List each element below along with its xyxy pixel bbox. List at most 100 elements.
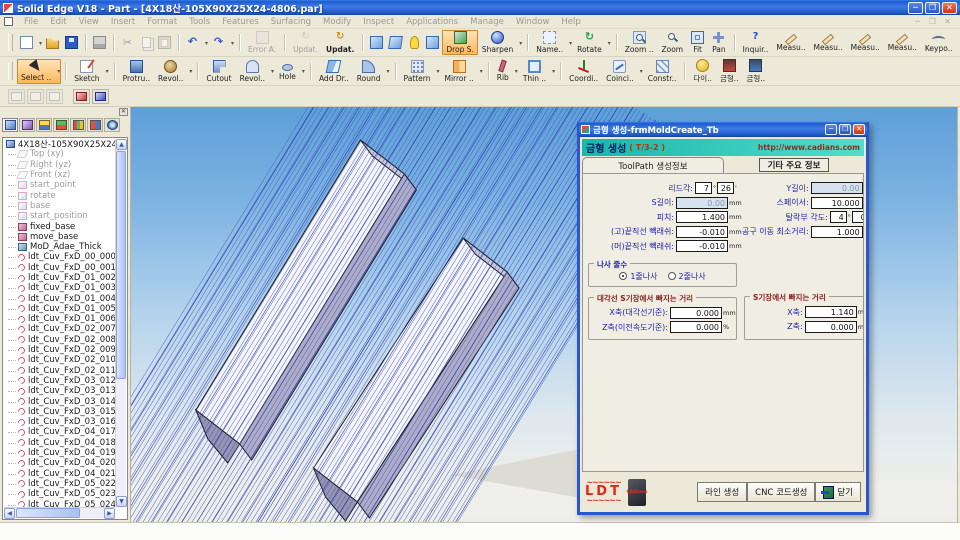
mini-toolbar-button[interactable] xyxy=(92,89,109,104)
feature-toolbar-button[interactable]: Sketch xyxy=(70,59,109,84)
toolbar-button[interactable]: Fit xyxy=(687,30,708,55)
toolbar-button[interactable]: Error A. xyxy=(244,30,280,55)
diag-z-field[interactable]: 0.000 xyxy=(670,321,722,333)
drop-angle-deg-field[interactable]: 4 xyxy=(830,211,847,223)
menu-item[interactable]: Modify xyxy=(317,17,357,27)
close-dialog-button[interactable]: 닫기 xyxy=(815,482,861,502)
mini-toolbar-button[interactable] xyxy=(8,89,25,104)
toolbar-button[interactable]: Zoom .. xyxy=(621,30,658,55)
tree-item[interactable]: ldt_Cuv_FxD_00_000 xyxy=(4,252,115,262)
edgebar-tab[interactable] xyxy=(70,118,86,132)
feature-toolbar-button[interactable]: 금형.. xyxy=(743,59,770,84)
dialog-maximize-button[interactable]: ❐ xyxy=(839,124,851,135)
toolbar-button[interactable]: Measu.. xyxy=(884,30,921,55)
tree-item[interactable]: ldt_Cuv_FxD_03_013 xyxy=(4,386,115,396)
tree-item[interactable]: ldt_Cuv_FxD_01_005 xyxy=(4,304,115,314)
tree-item[interactable]: ldt_Cuv_FxD_01_004 xyxy=(4,293,115,303)
tree-item[interactable]: Top (xy) xyxy=(4,149,115,159)
line-create-button[interactable]: 라인 생성 xyxy=(697,482,747,502)
feature-toolbar-button[interactable]: Round xyxy=(353,59,391,84)
toolbar-button[interactable]: Pan xyxy=(708,30,730,55)
mdi-window-controls[interactable]: ─ ❐ ✕ xyxy=(915,17,958,26)
feature-toolbar-button[interactable]: Select .. xyxy=(17,59,61,84)
radio-dot-icon[interactable] xyxy=(668,272,676,280)
tree-item[interactable]: Right (yz) xyxy=(4,160,115,170)
edgebar-tab[interactable] xyxy=(104,118,120,132)
toolbar-button[interactable]: Name.. xyxy=(532,30,573,55)
dialog-close-button[interactable]: ✕ xyxy=(853,124,865,135)
feature-toolbar-button[interactable]: 금형.. xyxy=(716,59,743,84)
toolbar-button[interactable] xyxy=(209,30,235,55)
toolbar-button[interactable]: Measu.. xyxy=(847,30,884,55)
tree-item[interactable]: start_point xyxy=(4,180,115,190)
scroll-down-icon[interactable]: ▼ xyxy=(116,496,127,507)
feature-toolbar-button[interactable]: Coinci.. xyxy=(602,59,644,84)
menu-item[interactable]: Help xyxy=(555,17,586,27)
toolbar-button[interactable]: Measu.. xyxy=(810,30,847,55)
tree-item[interactable]: base xyxy=(4,201,115,211)
toolbar-button[interactable] xyxy=(137,30,155,55)
feature-toolbar-button[interactable]: Mirror .. xyxy=(441,59,484,84)
mini-toolbar-button[interactable] xyxy=(46,89,63,104)
toolbar-button[interactable] xyxy=(367,30,386,55)
tree-item[interactable]: ldt_Cuv_FxD_05_022 xyxy=(4,479,115,489)
feature-toolbar-button[interactable]: Thin .. xyxy=(519,59,556,84)
menu-item[interactable]: Applications xyxy=(400,17,464,27)
feature-toolbar-button[interactable]: Revol.. xyxy=(236,59,275,84)
s-x-field[interactable]: 1.140 xyxy=(805,306,857,318)
lead-angle-deg-field[interactable]: 7 xyxy=(695,182,712,194)
tree-item[interactable]: ldt_Cuv_FxD_02_010 xyxy=(4,355,115,365)
tree-item[interactable]: ldt_Cuv_FxD_05_024 xyxy=(4,499,115,507)
edgebar-tab[interactable] xyxy=(87,118,103,132)
toolbar-button[interactable] xyxy=(90,30,109,55)
toolbar-button[interactable]: Keypo.. xyxy=(921,30,957,55)
feature-toolbar-button[interactable]: Revol.. xyxy=(154,59,193,84)
toolbar-button[interactable] xyxy=(155,30,174,55)
tree-item[interactable]: ldt_Cuv_FxD_03_016 xyxy=(4,417,115,427)
tree-item[interactable]: move_base xyxy=(4,232,115,242)
radio-single-thread[interactable]: 1줄나사 xyxy=(619,271,657,282)
spacer-field[interactable]: 10.000 xyxy=(811,197,863,209)
close-button[interactable]: ✕ xyxy=(942,2,957,14)
menu-item[interactable]: Inspect xyxy=(357,17,400,27)
tree-item[interactable]: start_position xyxy=(4,211,115,221)
tree-item[interactable]: ldt_Cuv_FxD_05_023 xyxy=(4,489,115,499)
tree-item[interactable]: ldt_Cuv_FxD_04_020 xyxy=(4,458,115,468)
pitch-field[interactable]: 1.400 xyxy=(676,211,728,223)
tree-horizontal-scrollbar[interactable]: ◀ ▶ xyxy=(4,507,115,518)
tree-item[interactable]: Front (xz) xyxy=(4,170,115,180)
scroll-thumb[interactable] xyxy=(16,508,80,518)
tree-item[interactable]: rotate xyxy=(4,190,115,200)
tree-item[interactable]: ldt_Cuv_FxD_02_008 xyxy=(4,335,115,345)
toolbar-button[interactable] xyxy=(405,30,423,55)
edgebar-tab[interactable] xyxy=(19,118,35,132)
edgebar-close-icon[interactable]: ✕ xyxy=(119,108,128,116)
diag-x-field[interactable]: 0.000 xyxy=(670,307,722,319)
backlash-hi-field[interactable]: -0.010 xyxy=(676,226,728,238)
tree-item[interactable]: ldt_Cuv_FxD_02_011 xyxy=(4,366,115,376)
radio-double-thread[interactable]: 2줄나사 xyxy=(668,271,706,282)
toolbar-button[interactable] xyxy=(62,30,81,55)
toolbar-button[interactable]: Inquir.. xyxy=(739,30,773,55)
toolbar-button[interactable] xyxy=(43,30,62,55)
toolbar-button[interactable]: Zoom xyxy=(657,30,687,55)
feature-toolbar-button[interactable]: Constr.. xyxy=(644,59,681,84)
backlash-lo-field[interactable]: -0.010 xyxy=(676,240,728,252)
toolbar-button[interactable]: Updat. xyxy=(289,30,322,55)
title-bar[interactable]: Solid Edge V18 - Part - [4X18산-105X90X25… xyxy=(0,0,960,15)
feature-toolbar-button[interactable]: Protru.. xyxy=(119,59,154,84)
toolbar-button[interactable] xyxy=(183,30,209,55)
tree-item[interactable]: ldt_Cuv_FxD_02_007 xyxy=(4,324,115,334)
menu-item[interactable]: Format xyxy=(141,17,183,27)
toolbar-button[interactable]: Drop S. xyxy=(442,30,478,55)
menu-item[interactable]: View xyxy=(73,17,105,27)
toolbar-button[interactable]: Updat. xyxy=(322,30,358,55)
menu-item[interactable]: Surfacing xyxy=(265,17,317,27)
minimize-button[interactable]: ─ xyxy=(908,2,923,14)
s-z-field[interactable]: 0.000 xyxy=(805,321,857,333)
tab-toolpath-info[interactable]: ToolPath 생성정보 xyxy=(582,157,724,173)
toolbar-button[interactable]: Rotate xyxy=(573,30,612,55)
feature-toolbar-button[interactable]: Coordi.. xyxy=(565,59,602,84)
tree-item[interactable]: ldt_Cuv_FxD_01_002 xyxy=(4,273,115,283)
tree-item[interactable]: ldt_Cuv_FxD_04_019 xyxy=(4,448,115,458)
